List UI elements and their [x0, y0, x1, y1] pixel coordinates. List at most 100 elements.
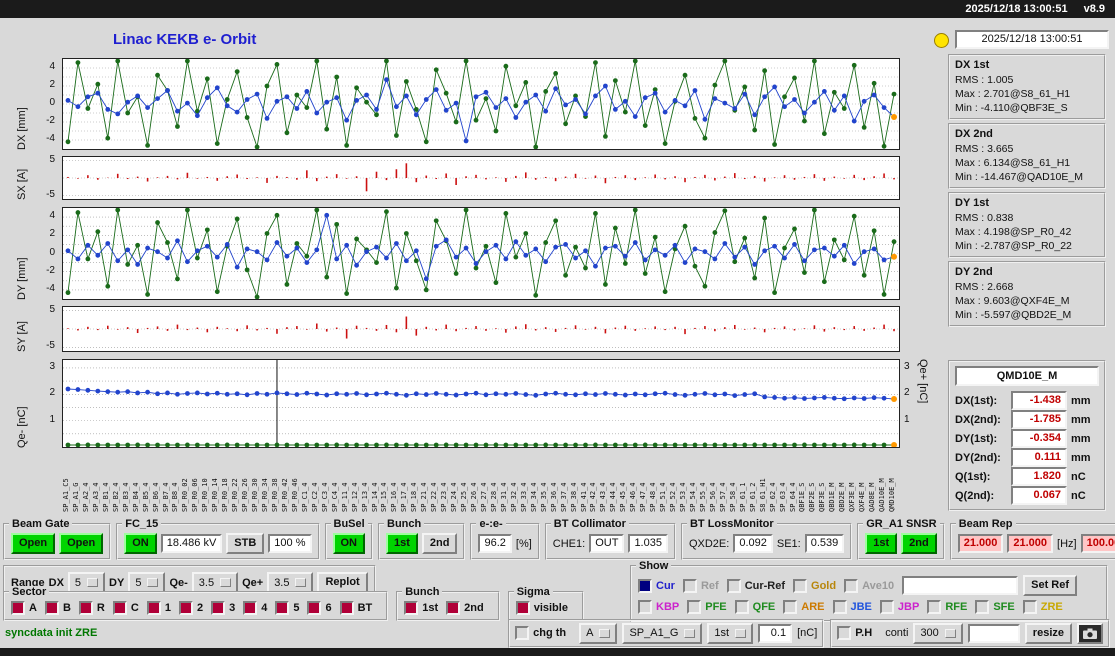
stats-title: DX 1st: [955, 59, 990, 71]
chg-th-checkbox[interactable]: chg th: [515, 626, 566, 640]
bunch-2nd-button[interactable]: 2nd: [421, 533, 458, 554]
bpm-name-labels: SP_A1_C5 SP_A1_G SP_A2_4 SP_A3_4 SP_B1_4 SP_B…: [62, 450, 900, 512]
gr-a1-2nd-button[interactable]: 2nd: [901, 533, 937, 554]
show-checkbox-jbp[interactable]: JBP: [879, 599, 920, 614]
sector-checkbox-b[interactable]: B: [44, 601, 71, 615]
sy-plot: [62, 306, 900, 352]
sector-checkbox-a[interactable]: A: [11, 601, 37, 615]
sector-checkbox-4[interactable]: 4: [243, 601, 267, 615]
show-checkbox-kbp[interactable]: KBP: [638, 599, 679, 614]
dy-y-ticks: 4 2 0 -2 -4: [34, 207, 58, 300]
show-checkbox-jbe[interactable]: JBE: [832, 599, 872, 614]
busel-on-button[interactable]: ON: [332, 533, 365, 554]
show-checkbox-gold[interactable]: Gold: [793, 578, 836, 593]
range-qe-minus-select[interactable]: 3.5: [191, 572, 239, 593]
checkbox-label: C: [130, 602, 139, 614]
bpm-label: SP_36_4: [549, 482, 558, 512]
show-checkbox-cur[interactable]: Cur: [638, 578, 675, 593]
interval-select[interactable]: 300: [913, 622, 963, 644]
checkbox-label: 5: [293, 602, 300, 614]
stats-rms: RMS : 3.665: [955, 143, 1014, 155]
bunch-select[interactable]: 1st: [707, 622, 754, 644]
bpm-label: SP_11_4: [340, 482, 349, 512]
sector-checkbox-c[interactable]: C: [112, 601, 139, 615]
ph-checkbox[interactable]: P.H: [837, 626, 872, 640]
checkbox-label: R: [96, 602, 105, 614]
gr-a1-1st-button[interactable]: 1st: [865, 533, 898, 554]
fc15-stb-button[interactable]: STB: [226, 533, 265, 554]
checkbox-label: B: [62, 602, 71, 614]
range-qe-plus-select[interactable]: 3.5: [267, 572, 314, 593]
bpm-label: SP_B5_4: [141, 482, 150, 512]
monitor-row: DX(1st): -1.438 mm: [955, 391, 1099, 410]
show-checkbox-sfe[interactable]: SFE: [975, 599, 1015, 614]
status-message: syncdata init ZRE: [5, 627, 98, 639]
dx-chart-row: DX [mm] 4 2 0 -2 -4: [0, 58, 940, 150]
show-checkbox-ref[interactable]: Ref: [682, 578, 719, 593]
checkbox-label: 3: [229, 602, 236, 614]
show-checkbox-zre[interactable]: ZRE: [1022, 599, 1063, 614]
sector-checkbox-1[interactable]: 1: [146, 601, 171, 615]
checkbox-label: JBE: [850, 600, 872, 613]
sector-select[interactable]: A: [579, 622, 618, 644]
monitor-label: DY(2nd):: [955, 451, 1001, 464]
bpm-label: SP_18_4: [410, 482, 419, 512]
bunch-1st-button[interactable]: 1st: [386, 533, 418, 554]
bpm-label: SP_47_4: [639, 482, 648, 512]
fc15-on-button[interactable]: ON: [124, 533, 157, 554]
beam-gate-open-button-1[interactable]: Open: [11, 533, 56, 554]
checkbox-indicator: [638, 599, 652, 614]
stats-rms: RMS : 2.668: [955, 281, 1014, 293]
sector-checkbox-5[interactable]: 5: [275, 601, 299, 615]
threshold-input[interactable]: 0.1: [758, 623, 793, 643]
bpm-label: SP_C4_4: [330, 482, 339, 512]
sector-checkbox-2[interactable]: 2: [178, 601, 203, 615]
checkbox-indicator: [339, 601, 354, 615]
set-ref-input[interactable]: [902, 576, 1019, 595]
se1-readout: 0.539: [804, 534, 845, 553]
screenshot-button[interactable]: [1077, 622, 1103, 644]
show-checkbox-ave10[interactable]: Ave10: [844, 578, 894, 593]
sigma-checkbox-visible[interactable]: visible: [515, 601, 568, 615]
busel-title: BuSel: [330, 518, 368, 530]
bt-collimator-title: BT Collimator: [550, 518, 629, 530]
replot-button[interactable]: Replot: [317, 572, 368, 593]
show-checkbox-rfe[interactable]: RFE: [927, 599, 967, 614]
bunch-checkbox-2nd[interactable]: 2nd: [446, 601, 484, 615]
show-checkbox-cur-ref[interactable]: Cur-Ref: [726, 578, 785, 593]
stats-max: Max : 4.198@SP_R0_42: [955, 226, 1072, 238]
bunch-checkbox-1st[interactable]: 1st: [404, 601, 438, 615]
range-qe-minus-label: Qe-: [169, 576, 188, 589]
bpm-label: SP_54_4: [688, 482, 697, 512]
sector-checkbox-bt[interactable]: BT: [339, 601, 372, 615]
sector-checkbox-3[interactable]: 3: [211, 601, 235, 615]
sector-checkbox-6[interactable]: 6: [307, 601, 332, 615]
show-checkbox-qfe[interactable]: QFE: [734, 599, 775, 614]
range-dy-select[interactable]: 5: [128, 572, 166, 593]
checkbox-label: Cur: [656, 579, 675, 592]
qe-plus-axis-title: Qe+ [nC]: [917, 359, 929, 404]
bpm-label: SP_51_4: [659, 482, 668, 512]
extra-input[interactable]: [967, 623, 1020, 643]
checkbox-label: 1st: [422, 602, 439, 614]
beam-gate-open-button-2[interactable]: Open: [59, 533, 104, 554]
checkbox-label: JBP: [897, 600, 920, 613]
checkbox-indicator: [211, 601, 226, 615]
show-checkbox-are[interactable]: ARE: [783, 599, 825, 614]
bpm-select[interactable]: SP_A1_G: [622, 622, 703, 644]
range-dx-select[interactable]: 5: [67, 572, 106, 593]
status-bar: syncdata init ZRE chg th A SP_A1_G 1st 0…: [0, 618, 1115, 648]
checkbox-label: SFE: [993, 600, 1015, 613]
show-checkbox-pfe[interactable]: PFE: [687, 599, 727, 614]
busel-group: BuSel ON: [324, 518, 373, 560]
set-ref-button[interactable]: Set Ref: [1023, 575, 1078, 596]
monitor-row: DX(2nd): -1.785 mm: [955, 410, 1099, 429]
y-tick-label: -5: [46, 340, 55, 352]
resize-button[interactable]: resize: [1024, 622, 1072, 644]
sigma-group: Sigma visible: [507, 586, 584, 621]
bpm-label: SP_B4_4: [131, 482, 140, 512]
y-tick-label: 4: [49, 210, 55, 222]
dy-1st-stats: DY 1st RMS : 0.838 Max : 4.198@SP_R0_42 …: [948, 192, 1106, 258]
monitor-unit: mm: [1071, 451, 1091, 464]
sector-checkbox-r[interactable]: R: [78, 601, 105, 615]
